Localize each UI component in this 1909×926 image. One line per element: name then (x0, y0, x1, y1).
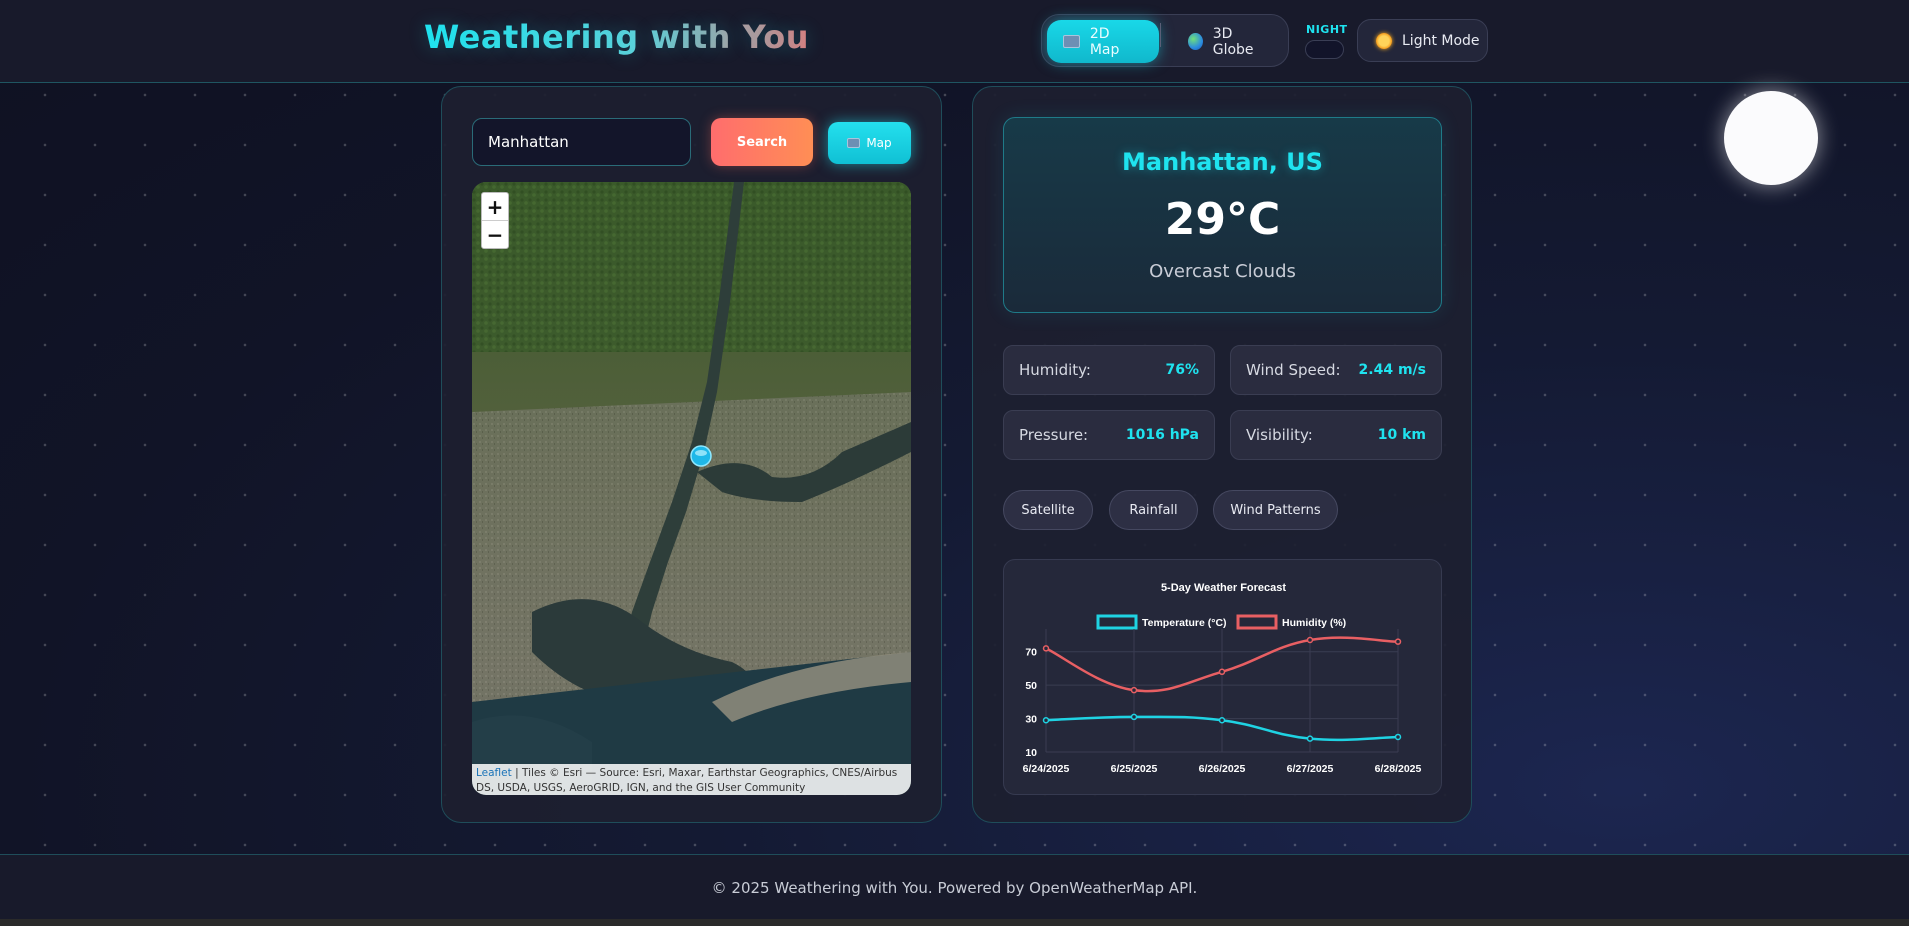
moon-icon (1724, 91, 1818, 185)
data-point (1394, 733, 1402, 741)
data-point (1130, 686, 1138, 694)
leaflet-link[interactable]: Leaflet (476, 767, 512, 779)
pressure-label: Pressure: (1019, 426, 1089, 444)
map-button[interactable]: Map (828, 122, 911, 164)
data-point (1218, 716, 1226, 724)
legend-label: Humidity (%) (1282, 617, 1346, 629)
x-tick-label: 6/25/2025 (1111, 763, 1158, 775)
footer: © 2025 Weathering with You. Powered by O… (0, 854, 1909, 920)
view-toggle: 2D Map 3D Globe (1041, 14, 1289, 67)
wind-speed-stat: Wind Speed: 2.44 m/s (1230, 345, 1442, 395)
map-button-label: Map (866, 136, 892, 150)
x-tick-label: 6/26/2025 (1199, 763, 1246, 775)
globe-3d-button[interactable]: 3D Globe (1172, 20, 1285, 63)
y-tick-label: 10 (1025, 747, 1037, 759)
map-icon (1063, 35, 1080, 48)
data-point (1394, 638, 1402, 645)
y-tick-label: 30 (1025, 714, 1037, 726)
data-point (1218, 668, 1226, 676)
y-tick-label: 70 (1025, 647, 1037, 659)
humidity-label: Humidity: (1019, 361, 1091, 379)
pressure-value: 1016 hPa (1125, 427, 1199, 443)
map-2d-button[interactable]: 2D Map (1047, 20, 1159, 63)
weather-description: Overcast Clouds (1149, 261, 1296, 282)
map-panel: Search Map (441, 86, 942, 823)
forecast-chart-card: 5-Day Weather Forecast Temperature (°C) Hu… (1003, 559, 1442, 795)
attribution-text: | Tiles © Esri — Source: Esri, Maxar, Ea… (476, 767, 898, 794)
wind-patterns-layer-button[interactable]: Wind Patterns (1213, 490, 1338, 530)
wind-speed-value: 2.44 m/s (1358, 362, 1426, 378)
sun-icon (1376, 32, 1392, 49)
light-mode-button[interactable]: Light Mode (1357, 19, 1488, 62)
x-tick-label: 6/27/2025 (1287, 763, 1334, 775)
visibility-label: Visibility: (1246, 426, 1313, 444)
globe-3d-label: 3D Globe (1212, 25, 1254, 58)
data-point (1306, 636, 1314, 644)
legend-swatch (1096, 614, 1138, 630)
app-title: Weathering with You (424, 18, 810, 56)
wind-speed-label: Wind Speed: (1246, 361, 1341, 379)
temperature: 29°C (1164, 194, 1281, 245)
legend-swatch (1236, 614, 1278, 630)
map-2d-label: 2D Map (1089, 25, 1120, 58)
data-point (1130, 713, 1138, 721)
city-search-input[interactable] (472, 118, 691, 166)
app-header: Weathering with You 2D Map 3D Globe NIGH… (0, 0, 1909, 83)
visibility-value: 10 km (1377, 427, 1426, 443)
toggle-divider (1160, 23, 1161, 47)
humidity-value: 76% (1165, 362, 1199, 378)
data-point (1306, 735, 1314, 742)
map-icon (847, 138, 861, 148)
rainfall-layer-button[interactable]: Rainfall (1109, 490, 1198, 530)
x-tick-label: 6/28/2025 (1375, 763, 1422, 775)
forecast-chart: 5-Day Weather Forecast Temperature (°C) Hu… (1023, 582, 1422, 775)
city-name: Manhattan, US (1122, 148, 1323, 176)
legend-label: Temperature (°C) (1142, 617, 1227, 629)
chart-title: 5-Day Weather Forecast (1161, 582, 1286, 594)
light-mode-label: Light Mode (1402, 32, 1480, 49)
y-tick-label: 50 (1025, 680, 1037, 692)
satellite-imagery (472, 182, 911, 795)
bottom-bar (0, 919, 1909, 926)
visibility-stat: Visibility: 10 km (1230, 410, 1442, 460)
x-tick-label: 6/24/2025 (1023, 763, 1070, 775)
starfield-background (0, 0, 1909, 926)
night-mode-switch[interactable] (1305, 40, 1344, 59)
map-attribution: Leaflet | Tiles © Esri — Source: Esri, M… (472, 764, 911, 795)
satellite-layer-button[interactable]: Satellite (1003, 490, 1093, 530)
forest-area (472, 182, 911, 352)
footer-text: © 2025 Weathering with You. Powered by O… (711, 879, 1198, 897)
current-weather-card: Manhattan, US 29°C Overcast Clouds (1003, 117, 1442, 313)
satellite-map[interactable]: + − Leaflet | Tiles © Esri — Source: Esr… (472, 182, 911, 795)
data-point (1042, 716, 1050, 724)
globe-icon (1188, 33, 1203, 50)
location-marker-icon[interactable] (690, 445, 712, 469)
search-button[interactable]: Search (711, 118, 813, 166)
weather-panel: Manhattan, US 29°C Overcast Clouds Humid… (972, 86, 1472, 823)
data-point (1042, 645, 1050, 652)
humidity-stat: Humidity: 76% (1003, 345, 1215, 395)
night-label: NIGHT (1306, 23, 1348, 36)
pressure-stat: Pressure: 1016 hPa (1003, 410, 1215, 460)
zoom-out-button[interactable]: − (482, 221, 508, 249)
zoom-control: + − (481, 192, 509, 249)
zoom-in-button[interactable]: + (482, 193, 508, 221)
